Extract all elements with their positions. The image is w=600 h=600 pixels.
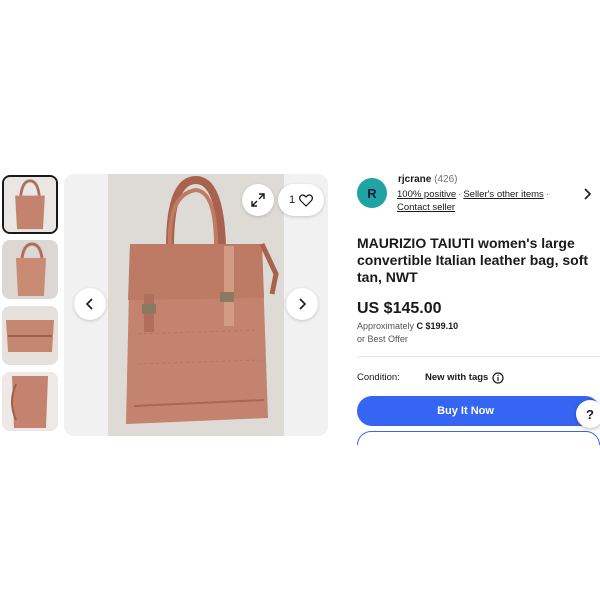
expand-button[interactable]: [242, 184, 274, 216]
seller-positive-link[interactable]: 100% positive: [397, 189, 456, 200]
approx-price: Approximately C $199.10: [357, 321, 458, 331]
watch-count: 1: [288, 194, 296, 206]
thumbnail-3[interactable]: [2, 306, 58, 365]
separator-dot: ·: [458, 189, 462, 200]
thumbnail-2[interactable]: [2, 240, 58, 299]
approx-value: C $199.10: [416, 321, 459, 331]
add-to-cart-button[interactable]: [357, 431, 600, 445]
seller-avatar[interactable]: R: [357, 178, 387, 208]
condition-info-button[interactable]: [492, 371, 504, 389]
seller-feedback-count: (426): [434, 174, 458, 185]
seller-links: 100% positive · Seller's other items ·: [397, 189, 551, 200]
expand-icon: [251, 193, 265, 207]
info-icon: [492, 372, 504, 384]
seller-other-items-link[interactable]: Seller's other items: [463, 189, 543, 200]
seller-expand-button[interactable]: [582, 187, 592, 205]
condition-label: Condition:: [357, 372, 400, 383]
separator-dot: ·: [545, 189, 549, 200]
chevron-right-icon: [299, 298, 307, 310]
heart-icon: [299, 193, 314, 207]
approx-prefix: Approximately: [357, 321, 415, 331]
watchlist-button[interactable]: 1: [278, 184, 324, 216]
previous-image-button[interactable]: [74, 288, 106, 320]
bag-thumbnail-image: [2, 372, 58, 431]
divider: [357, 356, 600, 357]
seller-name[interactable]: rjcrane: [398, 174, 431, 185]
bag-thumbnail-image: [2, 240, 58, 299]
buy-it-now-button[interactable]: Buy It Now: [357, 396, 600, 426]
chevron-right-icon: [584, 188, 592, 200]
chevron-left-icon: [85, 298, 93, 310]
price: US $145.00: [357, 300, 442, 317]
thumbnail-1[interactable]: [2, 175, 58, 234]
bag-thumbnail-image: [2, 306, 58, 365]
thumbnail-4[interactable]: [2, 372, 58, 431]
help-button[interactable]: ?: [576, 400, 600, 428]
condition-value: New with tags: [425, 372, 489, 383]
best-offer-text: or Best Offer: [357, 334, 408, 344]
seller-name-line: rjcrane (426): [398, 174, 458, 185]
next-image-button[interactable]: [286, 288, 318, 320]
bag-thumbnail-image: [4, 177, 56, 232]
listing-title: MAURIZIO TAIUTI women's large convertibl…: [357, 235, 589, 285]
contact-seller-link[interactable]: Contact seller: [397, 202, 455, 213]
